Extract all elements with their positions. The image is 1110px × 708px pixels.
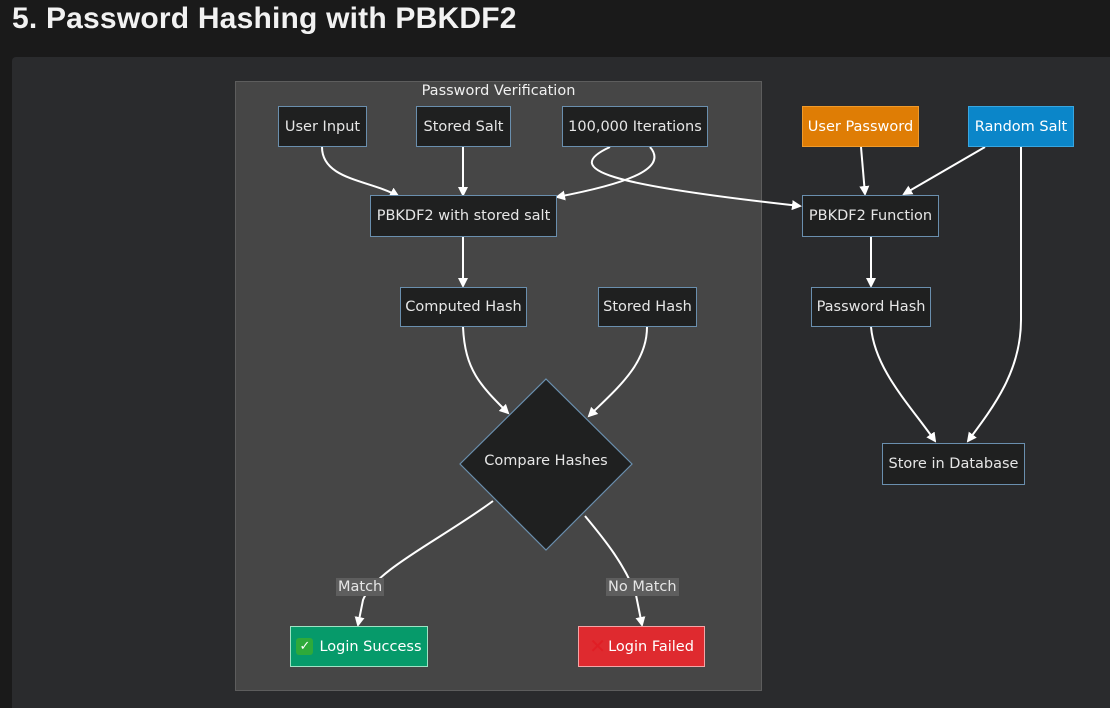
edge-iterations-to-pbkdf2 — [555, 146, 656, 201]
node-iterations: 100,000 Iterations — [562, 106, 708, 147]
node-computed-hash: Computed Hash — [400, 287, 527, 327]
login-failed-label: Login Failed — [608, 638, 694, 655]
node-stored-hash: Stored Hash — [598, 287, 697, 327]
edge-random-salt-to-store — [966, 147, 1022, 443]
node-user-input: User Input — [278, 106, 367, 147]
check-mark-button-icon: ✓ — [296, 638, 314, 655]
edge-random-salt-to-function — [902, 146, 986, 196]
compare-hashes-label: Compare Hashes — [484, 453, 608, 469]
node-stored-salt: Stored Salt — [416, 106, 511, 147]
node-pbkdf2-stored-salt: PBKDF2 with stored salt — [370, 195, 557, 237]
edge-label-no-match: No Match — [606, 578, 679, 596]
cross-mark-icon: ✕ — [589, 634, 606, 658]
node-password-hash: Password Hash — [811, 287, 931, 327]
node-pbkdf2-function: PBKDF2 Function — [802, 195, 939, 237]
edge-user-input-to-pbkdf2 — [321, 146, 400, 197]
node-user-password: User Password — [802, 106, 919, 147]
node-store-in-database: Store in Database — [882, 443, 1025, 485]
node-login-failed: ✕ Login Failed — [578, 626, 705, 667]
diagram-edges — [321, 146, 1022, 627]
edge-label-match: Match — [336, 578, 385, 596]
edge-iterations-to-pbkdf2-function — [590, 146, 802, 211]
node-login-success: ✓ Login Success — [290, 626, 428, 667]
edge-user-password-to-function — [859, 146, 870, 196]
edge-password-hash-to-store — [870, 326, 937, 443]
node-random-salt: Random Salt — [968, 106, 1074, 147]
login-success-label: Login Success — [319, 638, 422, 655]
